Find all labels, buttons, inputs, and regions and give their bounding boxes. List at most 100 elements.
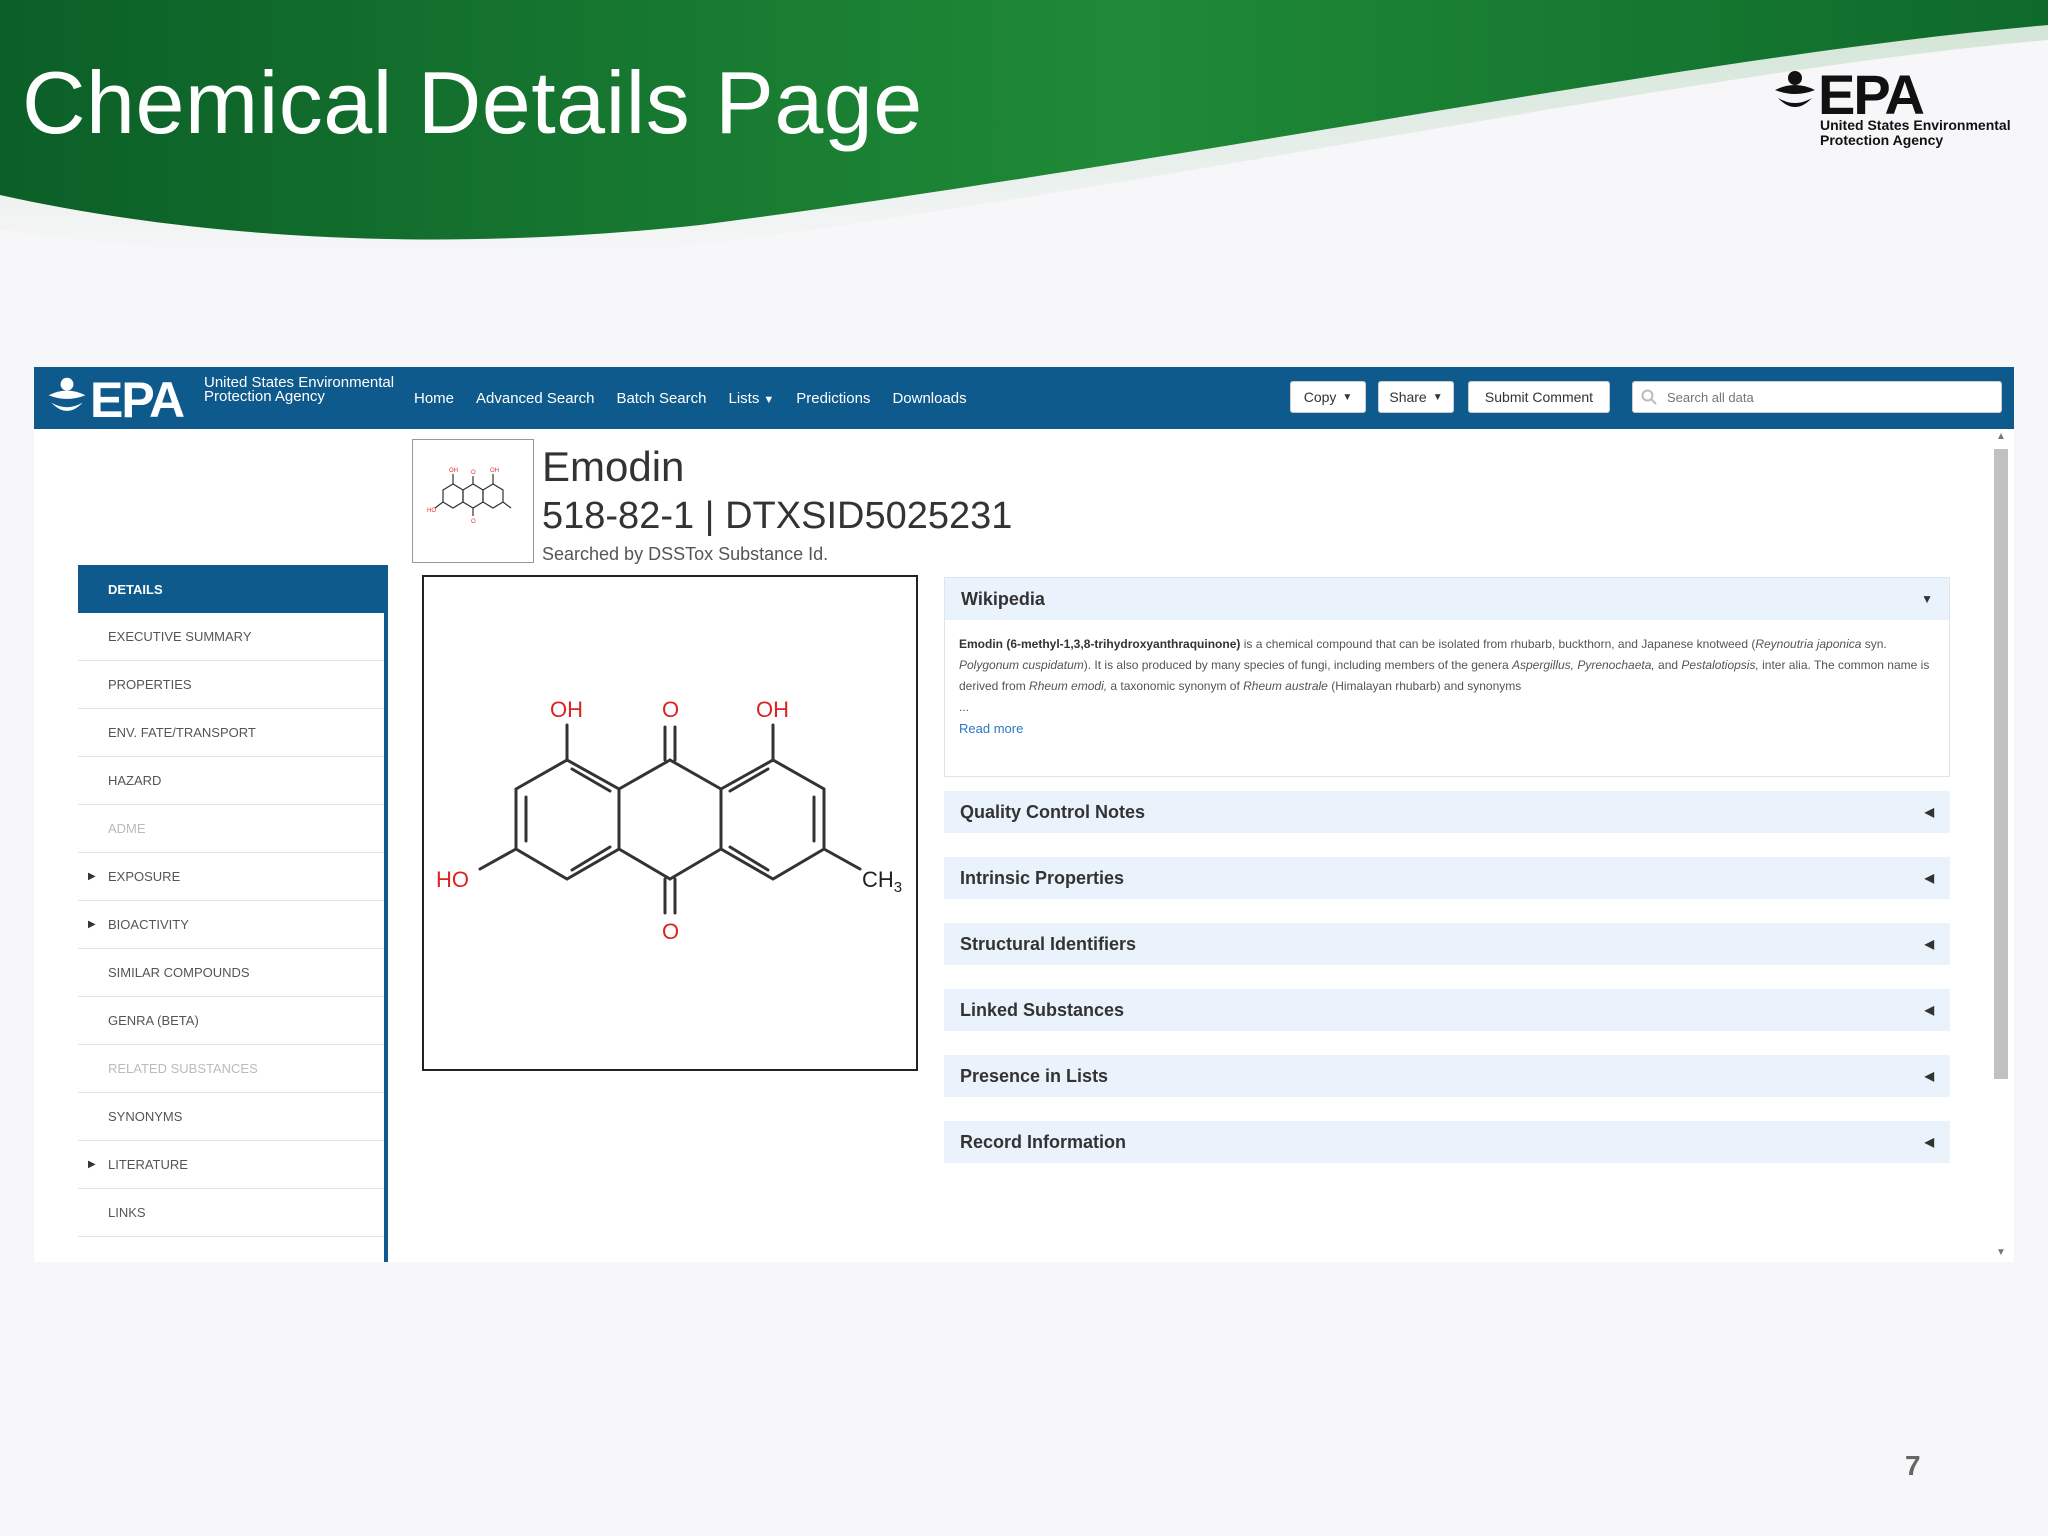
svg-text:HO: HO: [427, 508, 436, 514]
panel-title: Wikipedia: [961, 588, 1045, 609]
chemical-name: Emodin: [542, 443, 685, 490]
wikipedia-text: Emodin (6-methyl-1,3,8-trihydroxyanthraq…: [945, 620, 1949, 739]
svg-text:O: O: [471, 519, 476, 525]
caret-left-icon: ◀: [1924, 805, 1934, 819]
sidebar-item-label: SYNONYMS: [108, 1109, 183, 1124]
caret-left-icon: ◀: [1924, 1003, 1934, 1017]
caret-left-icon: ◀: [1924, 1069, 1934, 1083]
panel-linked-substances[interactable]: Linked Substances ◀: [944, 989, 1950, 1031]
nav-logo-agency: United States Environmental Protection A…: [204, 374, 395, 405]
sidebar-item-hazard[interactable]: HAZARD: [78, 757, 384, 805]
emodin-structure: OH O OH HO CH3 O: [436, 697, 902, 944]
slide-title: Chemical Details Page: [22, 53, 923, 152]
structure-thumbnail-image: OH OH O O HO: [427, 468, 512, 525]
panel-title: Structural Identifiers: [960, 933, 1137, 954]
sidebar-item-env-fate-transport[interactable]: ENV. FATE/TRANSPORT: [78, 709, 384, 757]
sidebar-item-label: BIOACTIVITY: [108, 917, 189, 932]
panel-intrinsic-properties[interactable]: Intrinsic Properties ◀: [944, 857, 1950, 899]
sidebar-item-label: SIMILAR COMPOUNDS: [108, 965, 250, 980]
svg-text:O: O: [471, 470, 476, 476]
sidebar-item-links[interactable]: LINKS: [78, 1189, 384, 1237]
nav-link-downloads[interactable]: Downloads: [892, 390, 966, 407]
svg-text:OH: OH: [490, 468, 499, 474]
sidebar-item-exposure[interactable]: ▶ EXPOSURE: [78, 853, 384, 901]
chemical-identifiers: 518-82-1 | DTXSID5025231: [542, 495, 1013, 537]
nav-link-batch-search[interactable]: Batch Search: [616, 390, 706, 407]
nav-link-lists-label: Lists: [728, 389, 760, 407]
label-oh-left: OH: [550, 697, 583, 722]
copy-button-label: Copy: [1303, 389, 1337, 405]
sidebar-nav: DETAILS EXECUTIVE SUMMARY PROPERTIES ENV…: [78, 565, 388, 1262]
panel-title: Presence in Lists: [960, 1065, 1109, 1086]
slide-page-number: 7: [1905, 1450, 1921, 1481]
caret-down-icon: ▼: [1921, 592, 1933, 606]
sidebar-item-details[interactable]: DETAILS: [78, 565, 384, 613]
sidebar-item-genra[interactable]: GENRA (BETA): [78, 997, 384, 1045]
scroll-down-icon[interactable]: ▼: [1996, 1247, 2006, 1258]
panel-quality-control-notes[interactable]: Quality Control Notes ◀: [944, 791, 1950, 833]
sidebar-item-synonyms[interactable]: SYNONYMS: [78, 1093, 384, 1141]
panel-title: Intrinsic Properties: [960, 867, 1125, 888]
logo-agency-name: United States Environmental Protection A…: [1820, 117, 2011, 148]
caret-left-icon: ◀: [1924, 1135, 1934, 1149]
chemical-structure-diagram: OH O OH HO CH3 O: [422, 575, 918, 1071]
label-oh-right: OH: [756, 697, 789, 722]
panel-presence-in-lists[interactable]: Presence in Lists ◀: [944, 1055, 1950, 1097]
search-box: [1632, 381, 2002, 413]
label-o-top: O: [662, 697, 679, 722]
sidebar-item-similar-compounds[interactable]: SIMILAR COMPOUNDS: [78, 949, 384, 997]
nav-epa-logo[interactable]: EPA United States Environmental Protecti…: [44, 372, 424, 428]
sidebar-item-properties[interactable]: PROPERTIES: [78, 661, 384, 709]
panel-record-information[interactable]: Record Information ◀: [944, 1121, 1950, 1163]
nav-logo-wordmark: EPA: [90, 372, 185, 428]
nav-links: Home Advanced Search Batch Search Lists ▼…: [414, 367, 967, 429]
sidebar-item-bioactivity[interactable]: ▶ BIOACTIVITY: [78, 901, 384, 949]
panel-title: Quality Control Notes: [960, 801, 1146, 822]
wikipedia-panel-header[interactable]: Wikipedia ▼: [945, 578, 1949, 620]
sidebar-item-label: HAZARD: [108, 773, 162, 788]
panel-title: Record Information: [960, 1131, 1127, 1152]
submit-comment-button[interactable]: Submit Comment: [1468, 381, 1610, 413]
copy-button[interactable]: Copy ▼: [1290, 381, 1366, 413]
page-scrollbar[interactable]: ▲ ▼: [1988, 429, 2014, 1262]
epa-flower-icon: [1775, 71, 1815, 107]
sidebar-item-label: LITERATURE: [108, 1157, 188, 1172]
scroll-up-icon[interactable]: ▲: [1996, 431, 2006, 442]
sidebar-item-executive-summary[interactable]: EXECUTIVE SUMMARY: [78, 613, 384, 661]
caret-left-icon: ◀: [1924, 871, 1934, 885]
search-note: Searched by DSSTox Substance Id.: [542, 544, 829, 564]
share-button-label: Share: [1389, 389, 1427, 405]
scrollbar-thumb[interactable]: [1994, 449, 2008, 1079]
nav-link-home[interactable]: Home: [414, 390, 454, 407]
read-more-link[interactable]: Read more: [959, 718, 1935, 739]
caret-down-icon: ▼: [763, 393, 775, 406]
nav-link-lists[interactable]: Lists ▼: [729, 390, 775, 407]
sidebar-item-label: PROPERTIES: [108, 677, 192, 692]
panel-structural-identifiers[interactable]: Structural Identifiers ◀: [944, 923, 1950, 965]
sidebar-item-label: GENRA (BETA): [108, 1013, 199, 1028]
caret-right-icon: ▶: [88, 871, 96, 882]
sidebar-item-literature[interactable]: ▶ LITERATURE: [78, 1141, 384, 1189]
structure-thumbnail[interactable]: OH OH O O HO: [412, 439, 534, 563]
sidebar-item-adme: ADME: [78, 805, 384, 853]
wikipedia-ellipsis: ...: [959, 700, 970, 714]
dashboard-screenshot: EPA United States Environmental Protecti…: [34, 367, 2014, 1262]
nav-link-advanced-search[interactable]: Advanced Search: [476, 390, 594, 407]
wikipedia-panel: Wikipedia ▼ Emodin (6-methyl-1,3,8-trihy…: [944, 577, 1950, 777]
epa-logo: EPA United States Environmental Protecti…: [1770, 63, 2011, 168]
sidebar-item-label: EXPOSURE: [108, 869, 181, 884]
panel-title: Linked Substances: [960, 999, 1125, 1020]
caret-down-icon: ▼: [1342, 391, 1353, 403]
label-ho: HO: [436, 867, 469, 892]
nav-link-predictions[interactable]: Predictions: [796, 390, 870, 407]
sidebar-item-label: EXECUTIVE SUMMARY: [108, 629, 252, 644]
search-input[interactable]: [1665, 388, 1989, 406]
caret-down-icon: ▼: [1432, 391, 1443, 403]
caret-right-icon: ▶: [88, 1159, 96, 1170]
epa-flower-icon: [48, 377, 86, 411]
label-o-bottom: O: [662, 919, 679, 944]
search-icon: [1641, 389, 1657, 405]
share-button[interactable]: Share ▼: [1378, 381, 1454, 413]
label-ch3: CH3: [862, 867, 902, 896]
caret-right-icon: ▶: [88, 919, 96, 930]
